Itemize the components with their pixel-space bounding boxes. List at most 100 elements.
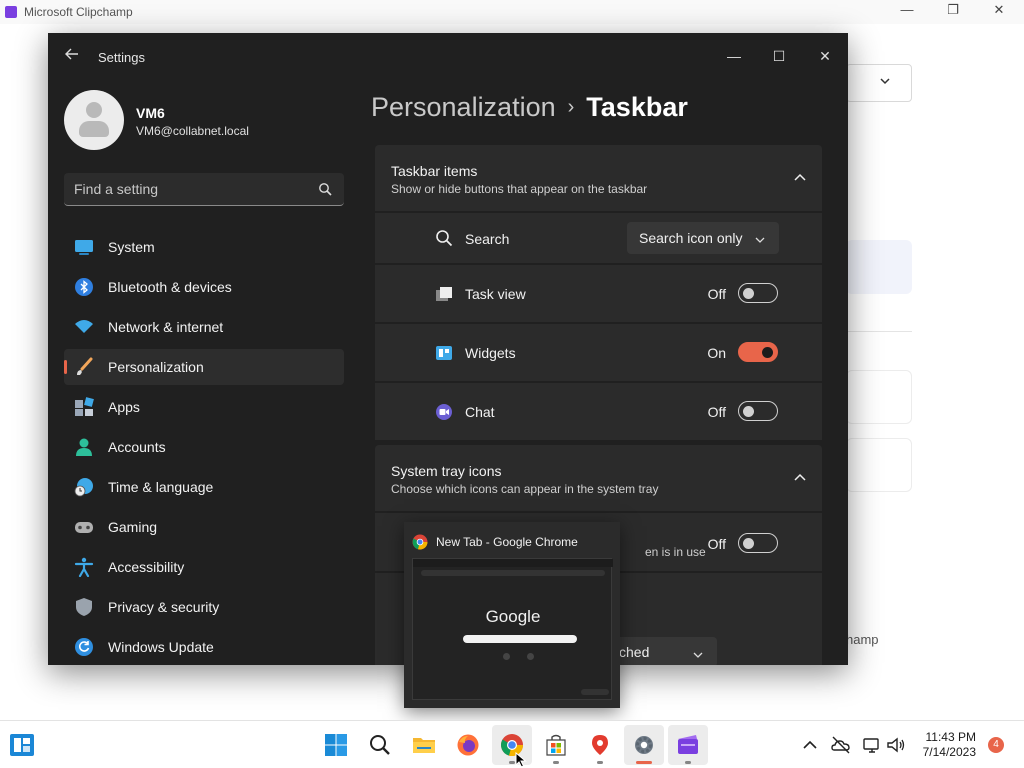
search-row: Search Search icon only [375,213,822,263]
clipchamp-minimize-button[interactable]: — [884,2,930,22]
back-arrow-icon[interactable] [62,47,82,67]
avatar[interactable] [64,90,124,150]
store-button[interactable] [536,725,576,765]
row-label: Task view [465,286,526,302]
taskbar-items-header[interactable]: Taskbar items Show or hide buttons that … [375,145,822,211]
taskbar-clock[interactable]: 11:43 PM 7/14/2023 [908,730,976,760]
sidebar-item-label: Time & language [108,479,214,495]
taskbar-search-button[interactable] [360,725,400,765]
preview-screenshot[interactable]: Google [412,558,613,700]
maps-button[interactable] [580,725,620,765]
task-view-toggle[interactable] [738,283,778,303]
settings-titlebar: Settings — ☐ ✕ [48,33,848,81]
clipchamp-dropdown[interactable] [846,64,912,102]
select-value: ched [619,644,650,660]
avatar-head [86,102,102,118]
sidebar-item-apps[interactable]: Apps [64,389,344,425]
apps-icon [74,397,94,417]
pen-menu-toggle[interactable] [738,533,778,553]
clipchamp-card[interactable] [846,370,912,424]
sidebar-item-privacy-security[interactable]: Privacy & security [64,589,344,625]
clipchamp-close-button[interactable]: ✕ [976,2,1022,22]
toggle-knob [743,406,754,417]
widgets-toggle[interactable] [738,342,778,362]
avatar-body [79,121,109,137]
chevron-up-icon[interactable] [794,471,806,483]
sidebar-item-label: Apps [108,399,140,415]
file-explorer-icon [412,733,436,757]
sidebar-item-system[interactable]: System [64,229,344,265]
system-tray-header[interactable]: System tray icons Choose which icons can… [375,445,822,511]
chat-toggle[interactable] [738,401,778,421]
sidebar-item-network[interactable]: Network & internet [64,309,344,345]
sidebar-item-accessibility[interactable]: Accessibility [64,549,344,585]
sidebar-item-accounts[interactable]: Accounts [64,429,344,465]
settings-close-button[interactable]: ✕ [805,41,845,71]
maps-icon [588,733,612,757]
clipchamp-button[interactable] [668,725,708,765]
start-icon [324,733,348,757]
row-label: Widgets [465,345,516,361]
widgets-button-icon[interactable] [8,731,36,759]
toggle-state-label: On [707,345,726,361]
widgets-row: Widgets On [375,324,822,381]
settings-minimize-button[interactable]: — [714,41,754,71]
chat-icon [435,403,453,421]
sidebar-item-label: Privacy & security [108,599,220,615]
sidebar-item-windows-update[interactable]: Windows Update [64,629,344,665]
select-value: Search icon only [639,230,743,246]
search-icon[interactable] [318,182,332,196]
preview-omnibar [421,570,605,576]
preview-tabstrip [413,559,613,567]
start-button[interactable] [316,725,356,765]
wifi-icon [74,317,94,337]
section-title: System tray icons [391,463,502,479]
accessibility-icon [74,557,94,578]
shortcut-icon [527,653,534,660]
running-indicator [553,761,559,764]
bluetooth-icon [74,277,94,297]
firefox-button[interactable] [448,725,488,765]
search-input[interactable] [74,180,304,198]
settings-button[interactable] [624,725,664,765]
sidebar-item-time-language[interactable]: Time & language [64,469,344,505]
volume-icon[interactable] [886,735,906,755]
chevron-down-icon [879,75,891,90]
taskbar: 11:43 PM 7/14/2023 4 [0,720,1024,768]
chevron-up-icon[interactable] [794,171,806,183]
clipchamp-divider [846,331,912,332]
onedrive-offline-icon[interactable] [831,735,851,755]
sidebar-item-label: Windows Update [108,639,214,655]
controller-icon [74,517,94,537]
notification-badge[interactable]: 4 [988,737,1004,753]
sidebar-item-label: System [108,239,155,255]
sidebar-item-personalization[interactable]: Personalization [64,349,344,385]
touch-keyboard-select[interactable]: ched [607,637,717,665]
chrome-thumbnail-preview[interactable]: New Tab - Google Chrome Google [404,522,620,708]
toggle-state-label: Off [707,404,726,420]
clock-time: 11:43 PM [925,730,976,744]
chat-row: Chat Off [375,383,822,440]
search-box[interactable] [64,173,344,206]
clipchamp-maximize-button[interactable]: ❐ [930,2,976,22]
row-subtitle-fragment: en is in use [645,545,706,559]
clipchamp-title: Microsoft Clipchamp [24,5,133,19]
mouse-cursor-icon [515,751,527,768]
clipchamp-titlebar: Microsoft Clipchamp — ❐ ✕ [0,0,1024,24]
task-view-icon [435,285,453,303]
page-title: Taskbar [586,92,688,122]
settings-maximize-button[interactable]: ☐ [759,41,799,71]
clipchamp-card[interactable] [846,438,912,492]
shortcut-icon [503,653,510,660]
network-icon[interactable] [862,735,882,755]
chevron-up-icon[interactable] [800,735,820,755]
widgets-icon [435,344,453,362]
toggle-state-label: Off [707,286,726,302]
toggle-knob [743,288,754,299]
search-mode-select[interactable]: Search icon only [627,222,779,254]
sidebar-item-bluetooth[interactable]: Bluetooth & devices [64,269,344,305]
file-explorer-button[interactable] [404,725,444,765]
sidebar-item-gaming[interactable]: Gaming [64,509,344,545]
sidebar-item-label: Accessibility [108,559,185,575]
breadcrumb-parent[interactable]: Personalization [371,92,556,122]
